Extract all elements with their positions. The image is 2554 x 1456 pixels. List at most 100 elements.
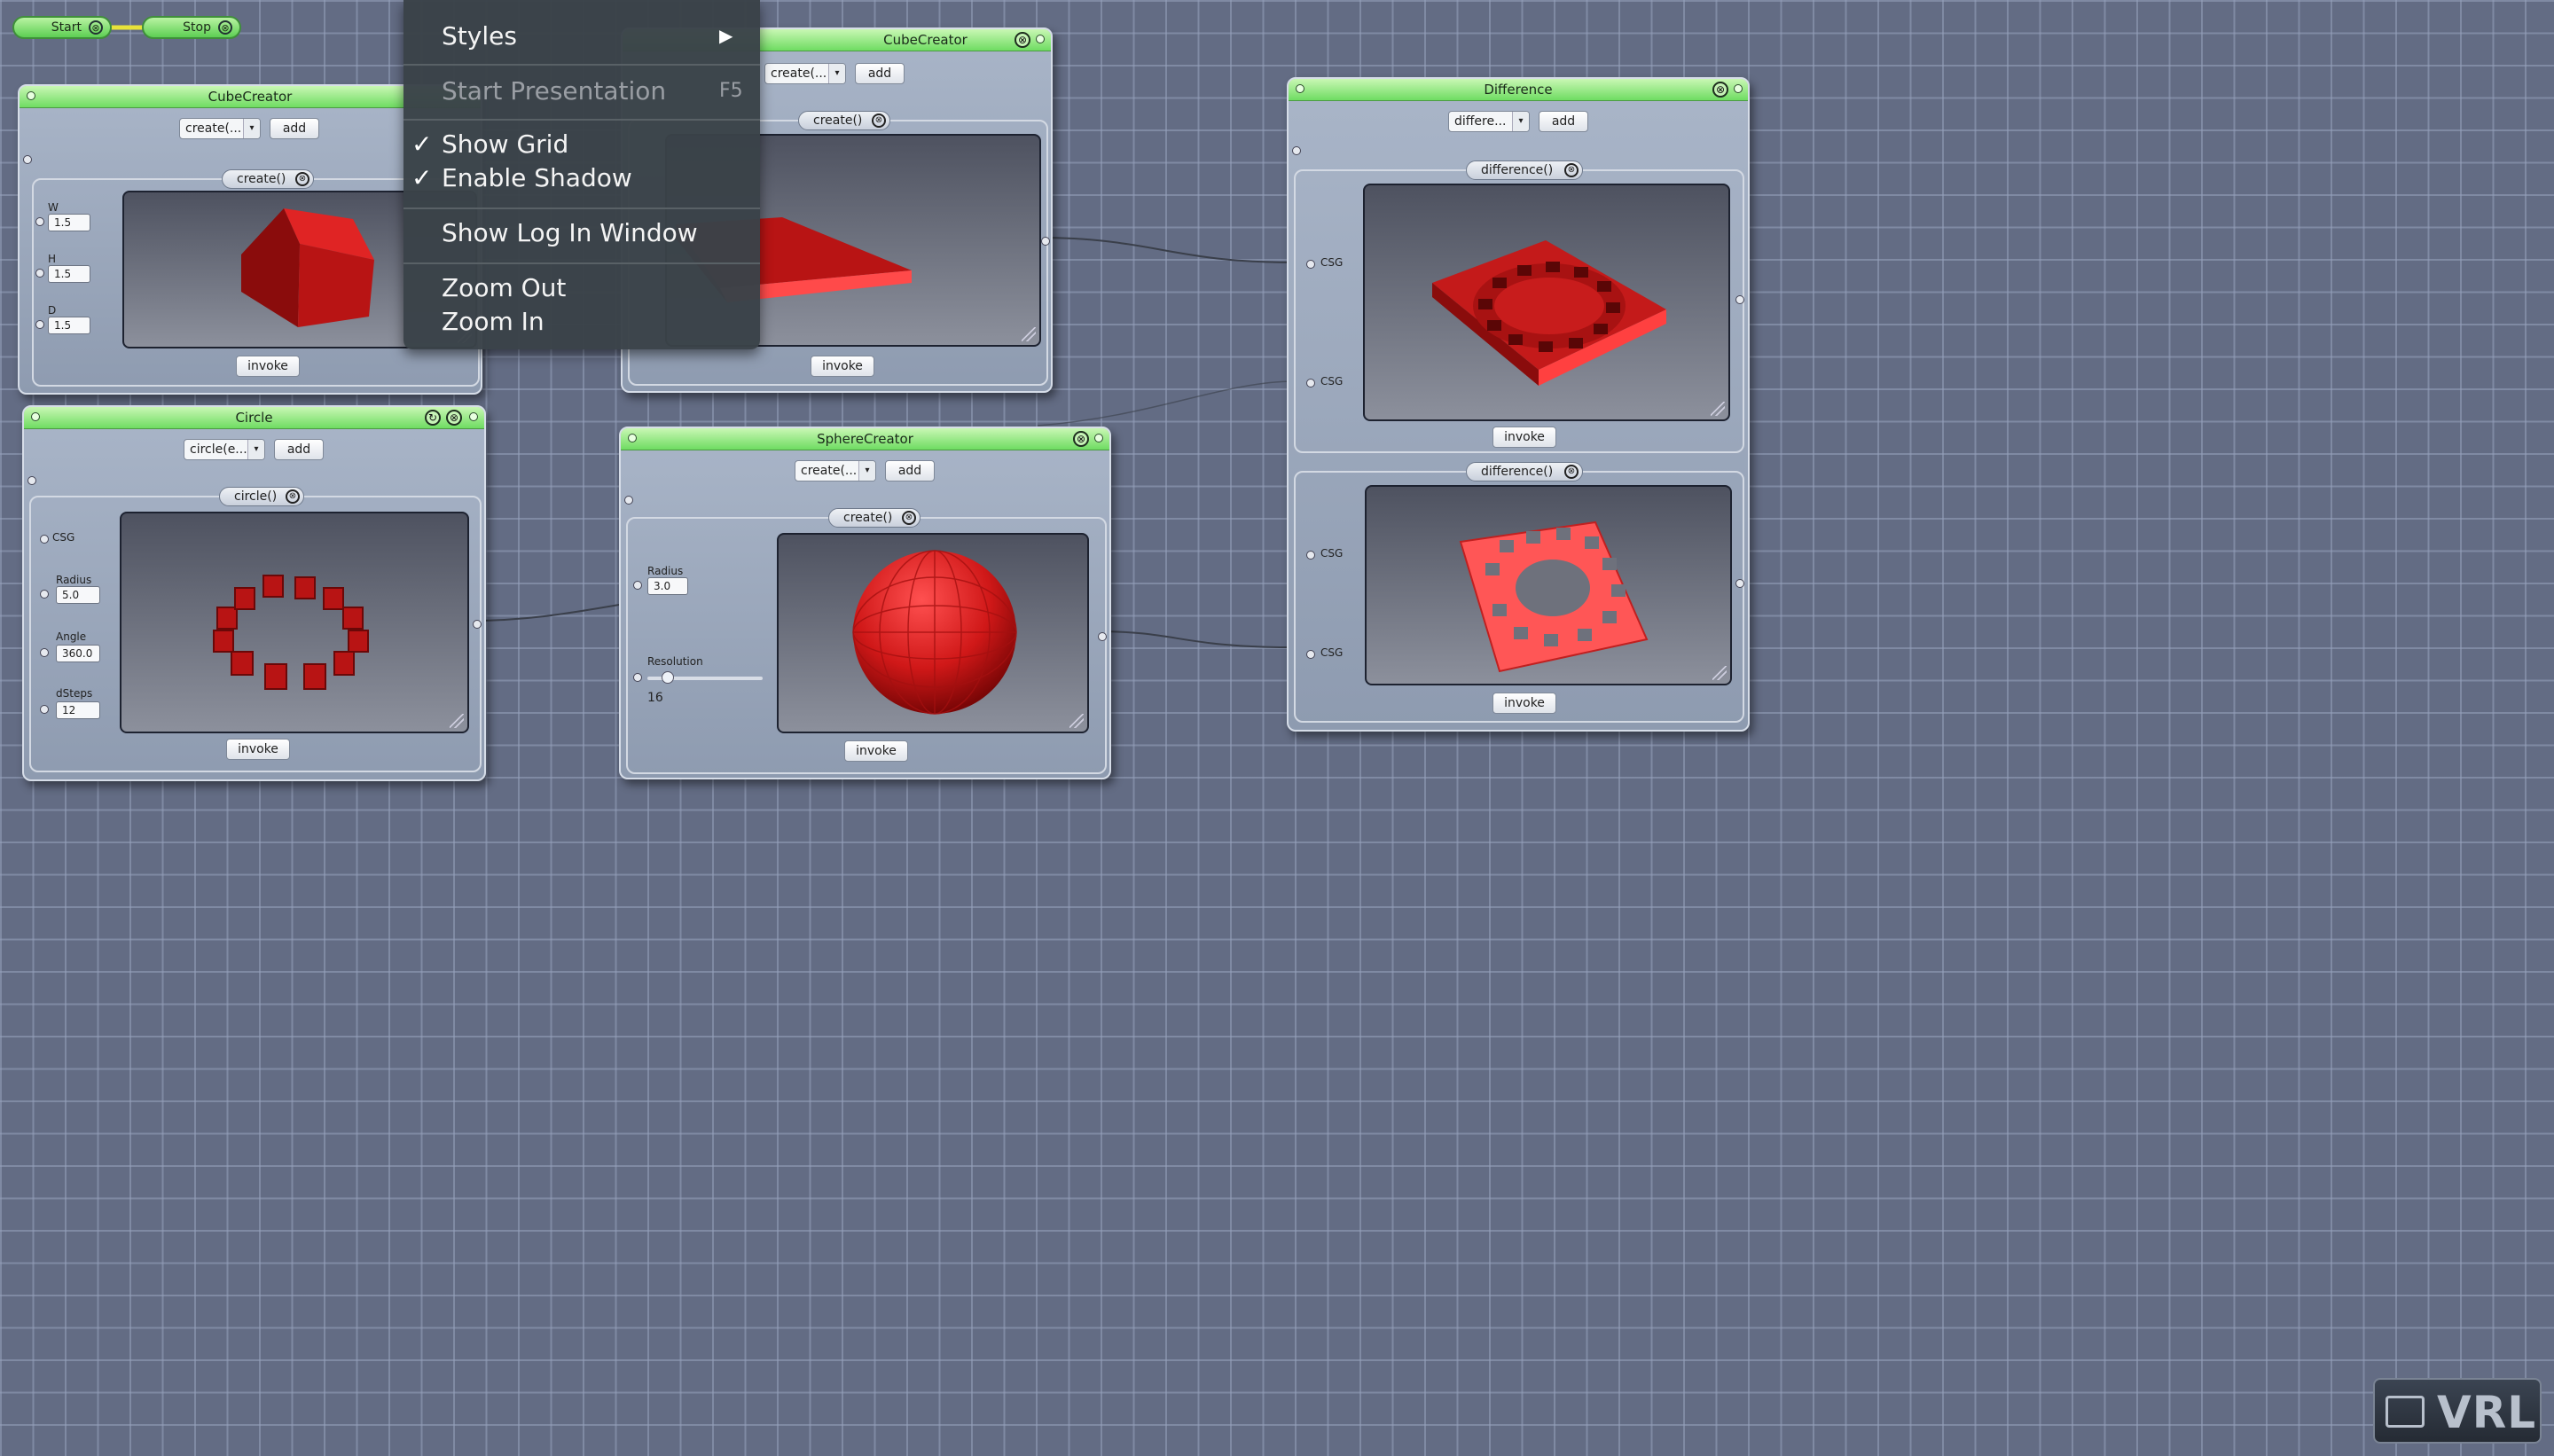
- param-h-input[interactable]: 1.5: [48, 265, 90, 283]
- method-panel-label: create(): [237, 172, 286, 186]
- menu-item-styles[interactable]: Styles: [442, 21, 517, 51]
- connector-dot[interactable]: [469, 412, 478, 421]
- add-button[interactable]: add: [885, 460, 935, 481]
- resize-handle[interactable]: [1069, 714, 1084, 728]
- output-pin[interactable]: [1041, 237, 1050, 246]
- method-select[interactable]: create(... ▾: [179, 118, 261, 139]
- close-icon[interactable]: ⊗: [1015, 32, 1030, 48]
- context-menu: Styles ▶ Start Presentation F5 ✓ Show Gr…: [403, 0, 760, 349]
- input-pin[interactable]: [27, 476, 36, 485]
- close-icon[interactable]: ⊗: [1073, 431, 1089, 447]
- close-icon[interactable]: ⊗: [295, 172, 309, 186]
- resize-handle[interactable]: [1712, 666, 1727, 680]
- connector-dot[interactable]: [1734, 84, 1743, 93]
- input-pin[interactable]: [633, 673, 642, 682]
- invoke-button[interactable]: invoke: [844, 740, 908, 762]
- param-label-w: W: [48, 201, 59, 214]
- resize-handle[interactable]: [450, 714, 464, 728]
- add-button[interactable]: add: [855, 63, 905, 84]
- window-titlebar[interactable]: SphereCreator ⊗: [621, 428, 1109, 450]
- resolution-slider-thumb[interactable]: [662, 671, 674, 684]
- close-icon[interactable]: ⊗: [218, 20, 232, 35]
- method-select[interactable]: differe... ▾: [1448, 111, 1530, 132]
- close-icon[interactable]: ⊗: [1564, 163, 1579, 177]
- vrl-logo-text: VRL: [2437, 1387, 2537, 1438]
- connector-dot[interactable]: [628, 434, 637, 442]
- add-button[interactable]: add: [274, 439, 324, 460]
- input-pin[interactable]: [1306, 650, 1315, 659]
- radius-input[interactable]: 3.0: [647, 577, 688, 595]
- output-pin[interactable]: [1098, 632, 1107, 641]
- 3d-viewer[interactable]: [120, 512, 469, 733]
- input-pin[interactable]: [1306, 379, 1315, 387]
- window-title: Difference: [1484, 82, 1553, 98]
- param-label-resolution: Resolution: [647, 655, 703, 668]
- connector-dot[interactable]: [31, 412, 40, 421]
- param-label-radius: Radius: [56, 574, 92, 586]
- output-pin[interactable]: [1735, 295, 1744, 304]
- input-pin[interactable]: [1306, 260, 1315, 269]
- connector-dot[interactable]: [1296, 84, 1304, 93]
- circle-window[interactable]: Circle ↻ ⊗ circle(e... ▾ add circle() ⊗ …: [22, 405, 486, 781]
- difference-window[interactable]: Difference ⊗ differe... ▾ add difference…: [1287, 77, 1750, 732]
- menu-item-enable-shadow[interactable]: Enable Shadow: [442, 163, 632, 192]
- close-icon[interactable]: ⊗: [1564, 465, 1579, 479]
- invoke-button[interactable]: invoke: [1492, 427, 1556, 448]
- close-icon[interactable]: ⊗: [89, 20, 103, 35]
- dsteps-input[interactable]: 12: [56, 701, 100, 719]
- input-pin[interactable]: [40, 590, 49, 599]
- menu-item-zoom-in[interactable]: Zoom In: [442, 307, 544, 336]
- close-icon[interactable]: ⊗: [1712, 82, 1728, 98]
- sphere-render: [852, 550, 1017, 715]
- menu-item-show-grid[interactable]: Show Grid: [442, 129, 568, 159]
- input-pin[interactable]: [40, 705, 49, 714]
- 3d-viewer[interactable]: [1363, 184, 1730, 421]
- refresh-icon[interactable]: ↻: [425, 410, 441, 426]
- invoke-button[interactable]: invoke: [226, 739, 290, 760]
- window-titlebar[interactable]: Circle ↻ ⊗: [24, 407, 484, 429]
- stop-label: Stop: [183, 20, 211, 35]
- input-pin[interactable]: [1306, 551, 1315, 560]
- input-pin[interactable]: [35, 269, 44, 278]
- input-pin[interactable]: [1292, 146, 1301, 155]
- connector-dot[interactable]: [27, 91, 35, 100]
- invoke-button[interactable]: invoke: [1492, 693, 1556, 714]
- input-pin[interactable]: [35, 217, 44, 226]
- method-select[interactable]: create(... ▾: [795, 460, 876, 481]
- invoke-button[interactable]: invoke: [811, 356, 874, 377]
- close-icon[interactable]: ⊗: [446, 410, 462, 426]
- add-button[interactable]: add: [270, 118, 319, 139]
- close-icon[interactable]: ⊗: [872, 114, 886, 128]
- resize-handle[interactable]: [1711, 402, 1725, 416]
- window-titlebar[interactable]: Difference ⊗: [1289, 79, 1748, 101]
- param-w-input[interactable]: 1.5: [48, 214, 90, 231]
- radius-input[interactable]: 5.0: [56, 586, 100, 604]
- start-button[interactable]: Start ⊗: [12, 16, 112, 39]
- method-select[interactable]: create(... ▾: [764, 63, 846, 84]
- output-pin[interactable]: [1735, 579, 1744, 588]
- invoke-button[interactable]: invoke: [236, 356, 300, 377]
- input-pin[interactable]: [23, 155, 32, 164]
- input-pin[interactable]: [35, 320, 44, 329]
- output-pin[interactable]: [473, 620, 482, 629]
- method-select[interactable]: circle(e... ▾: [184, 439, 265, 460]
- 3d-viewer[interactable]: [777, 533, 1089, 733]
- resize-handle[interactable]: [1022, 327, 1036, 341]
- menu-item-zoom-out[interactable]: Zoom Out: [442, 273, 566, 302]
- connector-dot[interactable]: [1094, 434, 1103, 442]
- input-pin[interactable]: [40, 535, 49, 544]
- input-pin[interactable]: [40, 648, 49, 657]
- input-pin[interactable]: [633, 581, 642, 590]
- close-icon[interactable]: ⊗: [286, 489, 300, 504]
- menu-item-show-log[interactable]: Show Log In Window: [442, 218, 698, 247]
- input-pin[interactable]: [624, 496, 633, 505]
- circle-render: [213, 575, 369, 690]
- angle-input[interactable]: 360.0: [56, 645, 100, 662]
- 3d-viewer[interactable]: [1365, 485, 1732, 685]
- sphere-creator-window[interactable]: SphereCreator ⊗ create(... ▾ add create(…: [619, 427, 1111, 779]
- stop-button[interactable]: Stop ⊗: [142, 16, 241, 39]
- close-icon[interactable]: ⊗: [902, 511, 916, 525]
- connector-dot[interactable]: [1036, 35, 1045, 43]
- add-button[interactable]: add: [1539, 111, 1588, 132]
- param-d-input[interactable]: 1.5: [48, 317, 90, 334]
